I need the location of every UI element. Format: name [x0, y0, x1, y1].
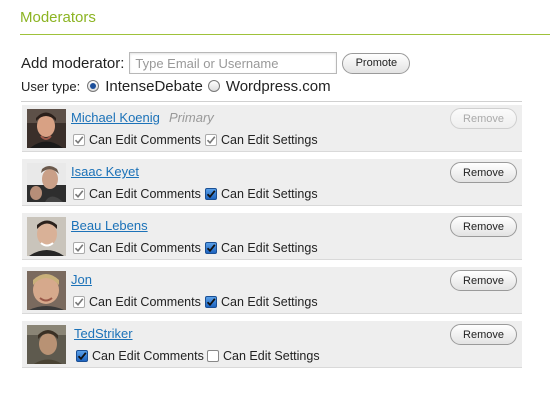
moderator-row: TedStriker Can Edit Comments Can Edit Se… — [22, 321, 522, 368]
can-edit-comments-checkbox[interactable] — [73, 134, 85, 146]
moderator-row: Michael Koenig Primary Can Edit Comments… — [22, 105, 522, 152]
remove-button[interactable]: Remove — [450, 108, 517, 129]
wordpress-radio-label[interactable]: Wordpress.com — [226, 78, 331, 95]
primary-badge: Primary — [169, 110, 214, 125]
can-edit-comments-option: Can Edit Comments — [76, 349, 204, 363]
moderator-name-link[interactable]: Jon — [71, 272, 92, 287]
can-edit-settings-label: Can Edit Settings — [221, 295, 318, 309]
can-edit-comments-checkbox[interactable] — [73, 188, 85, 200]
add-moderator-row: Add moderator: Promote — [21, 51, 411, 75]
user-type-label: User type: — [21, 78, 81, 94]
remove-button[interactable]: Remove — [450, 216, 517, 237]
promote-button[interactable]: Promote — [342, 52, 411, 74]
user-type-row: User type: IntenseDebate Wordpress.com — [21, 76, 336, 96]
title-divider — [20, 34, 550, 35]
can-edit-settings-label: Can Edit Settings — [221, 187, 318, 201]
can-edit-settings-checkbox[interactable] — [205, 242, 217, 254]
add-moderator-input[interactable] — [129, 52, 338, 74]
can-edit-comments-checkbox[interactable] — [73, 242, 85, 254]
add-moderator-label: Add moderator: — [21, 54, 125, 72]
can-edit-settings-label: Can Edit Settings — [221, 241, 318, 255]
moderator-row: Isaac Keyet Can Edit Comments Can Edit S… — [22, 159, 522, 206]
moderators-panel: Moderators Add moderator: Promote User t… — [0, 0, 550, 393]
can-edit-comments-option: Can Edit Comments — [73, 295, 201, 309]
can-edit-comments-label: Can Edit Comments — [89, 133, 201, 147]
can-edit-comments-option: Can Edit Comments — [73, 241, 201, 255]
can-edit-settings-option: Can Edit Settings — [205, 295, 318, 309]
avatar — [27, 217, 66, 256]
moderator-name-link[interactable]: Beau Lebens — [71, 218, 148, 233]
section-title: Moderators — [20, 9, 96, 26]
can-edit-comments-label: Can Edit Comments — [89, 187, 201, 201]
moderator-name-link[interactable]: TedStriker — [74, 326, 133, 341]
can-edit-settings-checkbox[interactable] — [205, 296, 217, 308]
can-edit-settings-label: Can Edit Settings — [223, 349, 320, 363]
remove-button[interactable]: Remove — [450, 162, 517, 183]
moderator-name-link[interactable]: Michael Koenig — [71, 110, 160, 125]
intensedebate-radio[interactable] — [87, 80, 100, 92]
wordpress-radio[interactable] — [207, 80, 220, 92]
can-edit-comments-option: Can Edit Comments — [73, 187, 201, 201]
list-divider — [21, 101, 522, 102]
moderator-row: Jon Can Edit Comments Can Edit Settings … — [22, 267, 522, 314]
moderator-row: Beau Lebens Can Edit Comments Can Edit S… — [22, 213, 522, 260]
avatar — [27, 271, 66, 310]
can-edit-comments-label: Can Edit Comments — [92, 349, 204, 363]
can-edit-comments-option: Can Edit Comments — [73, 133, 201, 147]
avatar — [27, 325, 66, 364]
can-edit-settings-checkbox[interactable] — [205, 134, 217, 146]
can-edit-settings-option: Can Edit Settings — [207, 349, 320, 363]
remove-button[interactable]: Remove — [450, 324, 517, 345]
avatar — [27, 109, 66, 148]
can-edit-settings-option: Can Edit Settings — [205, 241, 318, 255]
can-edit-settings-option: Can Edit Settings — [205, 133, 318, 147]
remove-button[interactable]: Remove — [450, 270, 517, 291]
can-edit-comments-checkbox[interactable] — [76, 350, 88, 362]
can-edit-settings-label: Can Edit Settings — [221, 133, 318, 147]
can-edit-settings-checkbox[interactable] — [207, 350, 219, 362]
avatar — [27, 163, 66, 202]
can-edit-settings-option: Can Edit Settings — [205, 187, 318, 201]
intensedebate-radio-label[interactable]: IntenseDebate — [105, 78, 203, 95]
can-edit-comments-label: Can Edit Comments — [89, 295, 201, 309]
can-edit-comments-checkbox[interactable] — [73, 296, 85, 308]
can-edit-settings-checkbox[interactable] — [205, 188, 217, 200]
can-edit-comments-label: Can Edit Comments — [89, 241, 201, 255]
moderator-name-link[interactable]: Isaac Keyet — [71, 164, 139, 179]
